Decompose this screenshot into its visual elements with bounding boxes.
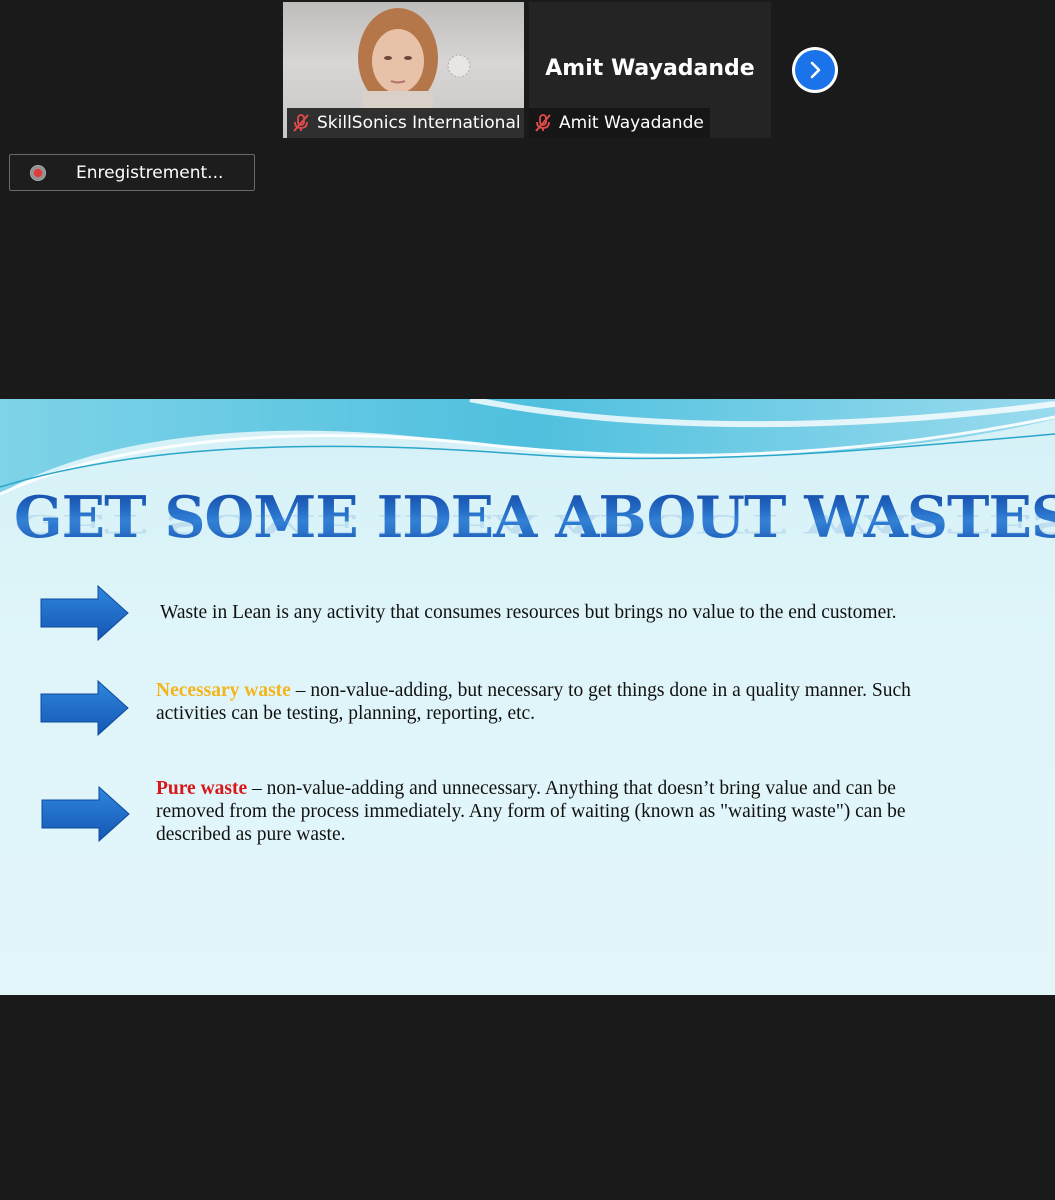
- recording-indicator[interactable]: Enregistrement...: [9, 154, 255, 191]
- keyword-necessary-waste: Necessary waste: [156, 680, 291, 701]
- background-ornament: [447, 54, 471, 78]
- arrow-right-icon: [41, 786, 130, 842]
- participant-label: SkillSonics International: [287, 108, 524, 138]
- slide-title-reflection: GET SOME IDEA ABOUT WASTES: [14, 508, 1055, 539]
- keyword-pure-waste: Pure waste: [156, 778, 248, 799]
- mic-muted-icon: [293, 114, 309, 132]
- participant-tile-skillsonics[interactable]: SkillSonics International: [283, 2, 524, 138]
- bullet-text: – non-value-adding and unnecessary. Anyt…: [156, 778, 906, 845]
- next-participants-button[interactable]: [792, 47, 838, 93]
- participant-display-name: Amit Wayadande: [545, 56, 755, 81]
- participant-video: [358, 8, 438, 116]
- bullet-pure-waste: Pure waste – non-value-adding and unnece…: [156, 777, 956, 846]
- participant-name: Amit Wayadande: [559, 113, 704, 133]
- bullet-waste-definition: Waste in Lean is any activity that consu…: [160, 601, 970, 624]
- participant-label: Amit Wayadande: [529, 108, 710, 138]
- record-icon: [30, 164, 46, 181]
- arrow-right-icon: [40, 680, 129, 736]
- mic-muted-icon: [535, 114, 551, 132]
- chevron-right-icon: [810, 61, 821, 79]
- shared-slide: GET SOME IDEA ABOUT WASTES GET SOME IDEA…: [0, 399, 1055, 995]
- bullet-necessary-waste: Necessary waste – non-value-adding, but …: [156, 679, 936, 725]
- recording-label: Enregistrement...: [76, 162, 224, 183]
- participant-tile-amit[interactable]: Amit Wayadande Amit Wayadande: [529, 2, 771, 138]
- participant-name: SkillSonics International: [317, 113, 521, 133]
- arrow-right-icon: [40, 585, 129, 641]
- bullet-text: Waste in Lean is any activity that consu…: [160, 602, 897, 623]
